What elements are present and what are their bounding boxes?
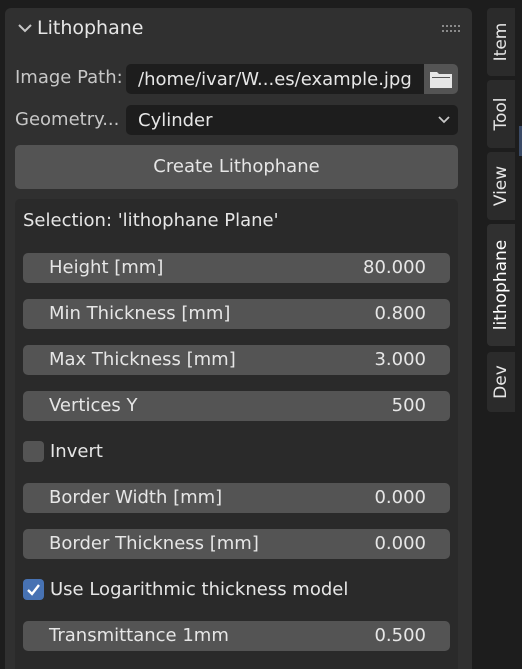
field-label: Min Thickness [mm] [49,303,231,324]
create-lithophane-button[interactable]: Create Lithophane [15,145,458,189]
chevron-down-icon [18,24,32,33]
browse-folder-button[interactable] [424,64,458,94]
border-thickness-field[interactable]: Border Thickness [mm] 0.000 [23,529,450,559]
selection-label: Selection: 'lithophane Plane' [23,210,279,231]
tab-view[interactable]: View [487,152,515,220]
image-path-label: Image Path: [15,67,123,88]
log-model-checkbox[interactable] [23,579,44,600]
tab-item[interactable]: Item [487,8,515,76]
field-label: Height [mm] [49,257,164,278]
border-width-field[interactable]: Border Width [mm] 0.000 [23,483,450,513]
field-value: 0.000 [374,487,426,508]
field-label: Vertices Y [49,395,138,416]
invert-checkbox[interactable] [23,441,44,462]
field-value: 0.000 [374,533,426,554]
tab-label: View [491,165,511,207]
max-thickness-field[interactable]: Max Thickness [mm] 3.000 [23,345,450,375]
tab-lithophane[interactable]: lithophane [487,224,515,346]
drag-grip-icon[interactable] [442,24,460,34]
geometry-value: Cylinder [138,110,213,131]
tab-dev[interactable]: Dev [487,352,515,412]
folder-icon [430,72,452,88]
field-label: Max Thickness [mm] [49,349,236,370]
field-label: Border Thickness [mm] [49,533,259,554]
field-label: Border Width [mm] [49,487,223,508]
geometry-label: Geometry... [15,109,120,130]
field-label: Transmittance 1mm [49,625,229,646]
height-field[interactable]: Height [mm] 80.000 [23,253,450,283]
transmittance-field[interactable]: Transmittance 1mm 0.500 [23,621,450,651]
tab-label: Dev [491,365,511,399]
panel-title: Lithophane [37,17,144,39]
panel-header[interactable]: Lithophane [5,8,472,50]
checkmark-icon [27,584,40,596]
field-value: 0.800 [374,303,426,324]
tab-label: Item [491,22,511,62]
chevron-down-icon [438,116,450,124]
log-model-label[interactable]: Use Logarithmic thickness model [50,579,348,600]
min-thickness-field[interactable]: Min Thickness [mm] 0.800 [23,299,450,329]
field-value: 80.000 [363,257,426,278]
tab-tool[interactable]: Tool [487,80,515,148]
tab-label: Tool [491,97,511,131]
image-path-field[interactable]: /home/ivar/W...es/example.jpg [126,64,424,94]
field-value: 3.000 [374,349,426,370]
vertices-y-field[interactable]: Vertices Y 500 [23,391,450,421]
field-value: 500 [391,395,426,416]
tab-label: lithophane [491,239,511,331]
invert-label[interactable]: Invert [50,441,103,462]
geometry-select[interactable]: Cylinder [126,105,458,135]
field-value: 0.500 [374,625,426,646]
image-path-value: /home/ivar/W...es/example.jpg [138,69,412,90]
